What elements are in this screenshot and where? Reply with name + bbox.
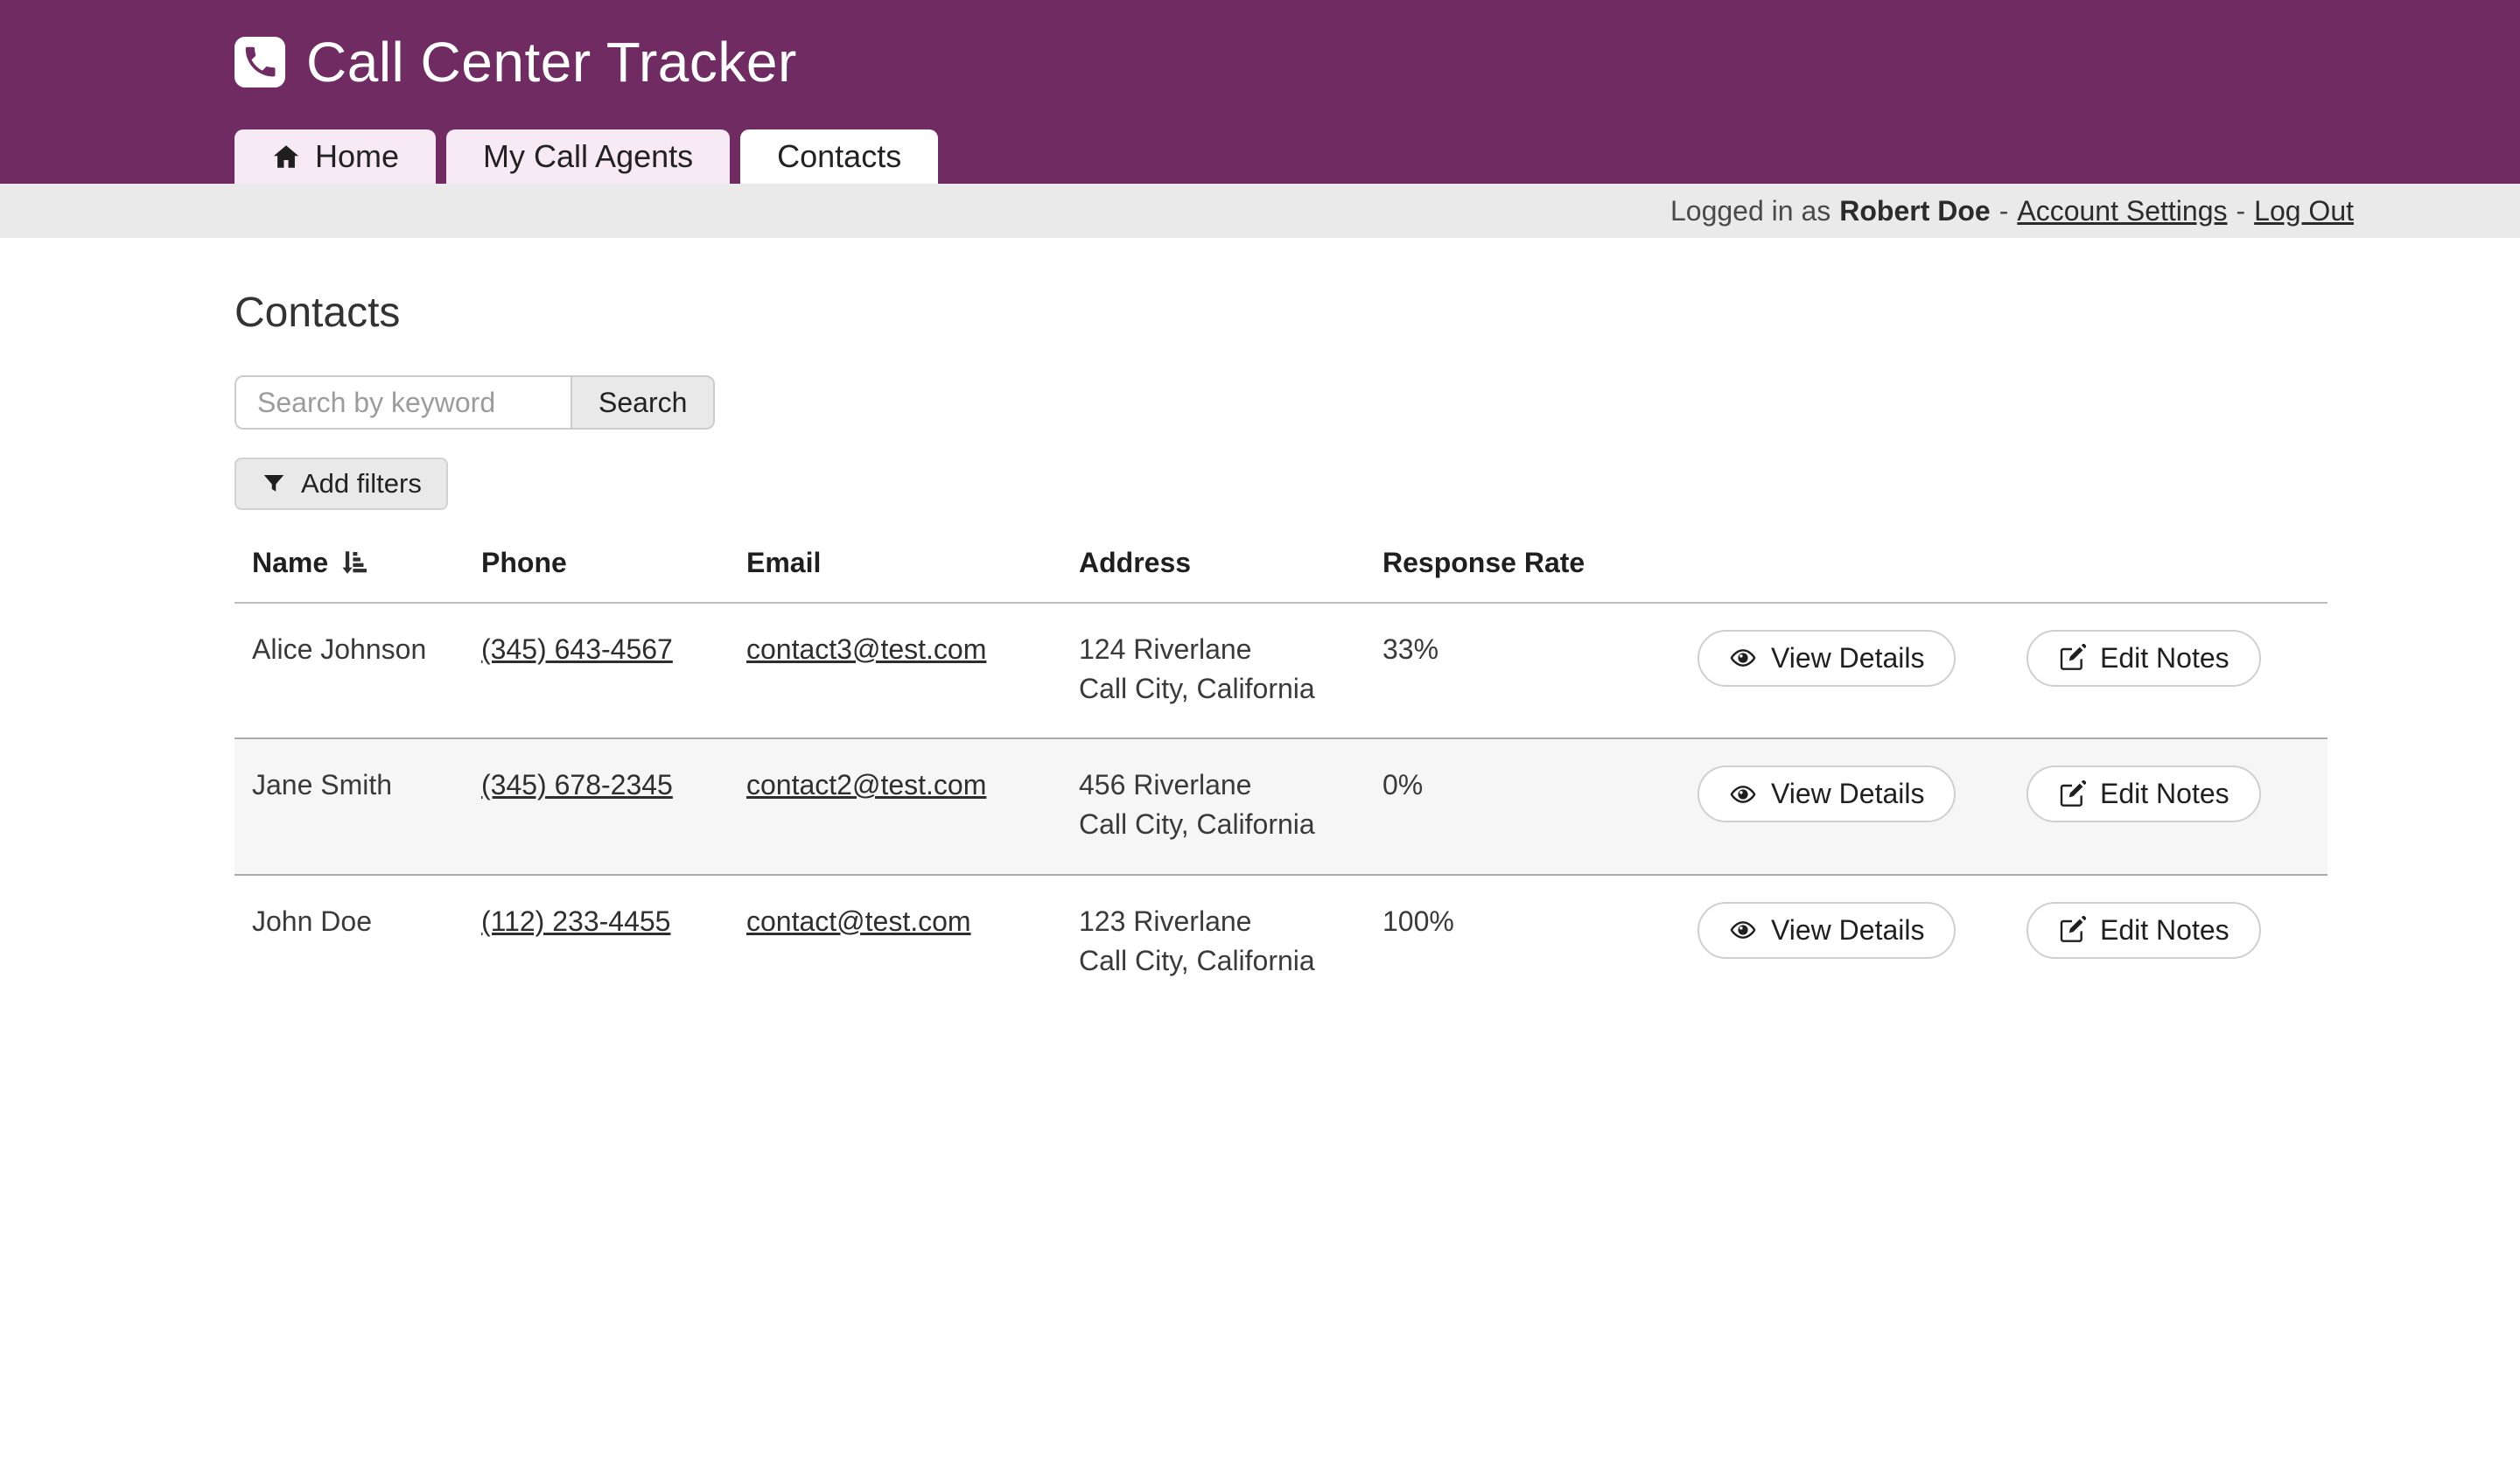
eye-icon — [1729, 916, 1757, 944]
tab-my-call-agents[interactable]: My Call Agents — [446, 129, 730, 184]
add-filters-label: Add filters — [301, 468, 422, 500]
contact-name: Alice Johnson — [234, 630, 481, 669]
tab-label: Home — [315, 138, 399, 175]
edit-notes-label: Edit Notes — [2100, 914, 2230, 947]
edit-icon — [2058, 916, 2086, 944]
column-header-address: Address — [1079, 543, 1382, 583]
edit-icon — [2058, 644, 2086, 672]
view-details-button[interactable]: View Details — [1698, 902, 1956, 959]
sort-amount-down-icon — [337, 548, 367, 577]
tab-label: Contacts — [777, 138, 901, 175]
view-details-label: View Details — [1771, 778, 1924, 810]
separator: - — [1999, 195, 2009, 227]
edit-notes-button[interactable]: Edit Notes — [2026, 765, 2261, 822]
contact-name: John Doe — [234, 902, 481, 941]
edit-notes-label: Edit Notes — [2100, 778, 2230, 810]
column-header-response-rate: Response Rate — [1382, 543, 1698, 583]
edit-notes-button[interactable]: Edit Notes — [2026, 630, 2261, 687]
brand-title: Call Center Tracker — [306, 30, 797, 94]
view-details-button[interactable]: View Details — [1698, 630, 1956, 687]
add-filters-button[interactable]: Add filters — [234, 458, 448, 510]
session-bar: Logged in as Robert Doe - Account Settin… — [0, 184, 2520, 238]
search-group: Search — [234, 375, 2328, 430]
logged-in-prefix: Logged in as — [1670, 195, 1830, 227]
email-link[interactable]: contact3@test.com — [746, 633, 986, 665]
home-icon — [271, 142, 301, 171]
column-header-email: Email — [746, 543, 1079, 583]
table-row: John Doe (112) 233-4455 contact@test.com… — [234, 876, 2328, 1010]
contact-name: Jane Smith — [234, 765, 481, 805]
table-header-row: Name Phone Email Address Response Rate — [234, 522, 2328, 604]
phone-link[interactable]: (112) 233-4455 — [481, 905, 670, 937]
table-row: Jane Smith (345) 678-2345 contact2@test.… — [234, 739, 2328, 876]
navbar: Call Center Tracker Home My Call Agents … — [0, 0, 2520, 184]
filter-icon — [261, 471, 287, 497]
phone-link[interactable]: (345) 643-4567 — [481, 633, 673, 665]
contact-address: 124 Riverlane Call City, California — [1079, 630, 1382, 709]
view-details-button[interactable]: View Details — [1698, 765, 1956, 822]
view-details-label: View Details — [1771, 642, 1924, 675]
response-rate-value: 100% — [1382, 902, 1698, 941]
main-content: Contacts Search Add filters Name — [234, 289, 2328, 1010]
filters-row: Add filters — [234, 458, 2328, 510]
search-button[interactable]: Search — [570, 375, 715, 430]
brand: Call Center Tracker — [234, 30, 797, 94]
table-body: Alice Johnson (345) 643-4567 contact3@te… — [234, 604, 2328, 1010]
account-settings-link[interactable]: Account Settings — [2017, 195, 2227, 227]
edit-notes-button[interactable]: Edit Notes — [2026, 902, 2261, 959]
tab-home[interactable]: Home — [234, 129, 436, 184]
phone-link[interactable]: (345) 678-2345 — [481, 769, 673, 800]
response-rate-value: 33% — [1382, 630, 1698, 669]
view-details-label: View Details — [1771, 914, 1924, 947]
eye-icon — [1729, 644, 1757, 672]
email-link[interactable]: contact2@test.com — [746, 769, 986, 800]
search-input[interactable] — [234, 375, 572, 430]
tab-contacts[interactable]: Contacts — [740, 129, 938, 184]
edit-icon — [2058, 780, 2086, 808]
nav-tabs: Home My Call Agents Contacts — [234, 129, 938, 184]
eye-icon — [1729, 780, 1757, 808]
edit-notes-label: Edit Notes — [2100, 642, 2230, 675]
response-rate-value: 0% — [1382, 765, 1698, 805]
contacts-table: Name Phone Email Address Response Rate A… — [234, 522, 2328, 1010]
table-row: Alice Johnson (345) 643-4567 contact3@te… — [234, 604, 2328, 740]
email-link[interactable]: contact@test.com — [746, 905, 971, 937]
tab-label: My Call Agents — [483, 138, 693, 175]
separator: - — [2236, 195, 2245, 227]
logged-in-user: Robert Doe — [1839, 195, 1990, 227]
column-header-phone: Phone — [481, 543, 746, 583]
contact-address: 456 Riverlane Call City, California — [1079, 765, 1382, 844]
phone-square-icon — [234, 37, 285, 87]
page-title: Contacts — [234, 289, 2328, 337]
contact-address: 123 Riverlane Call City, California — [1079, 902, 1382, 981]
column-header-name[interactable]: Name — [234, 543, 481, 583]
logout-link[interactable]: Log Out — [2254, 195, 2354, 227]
